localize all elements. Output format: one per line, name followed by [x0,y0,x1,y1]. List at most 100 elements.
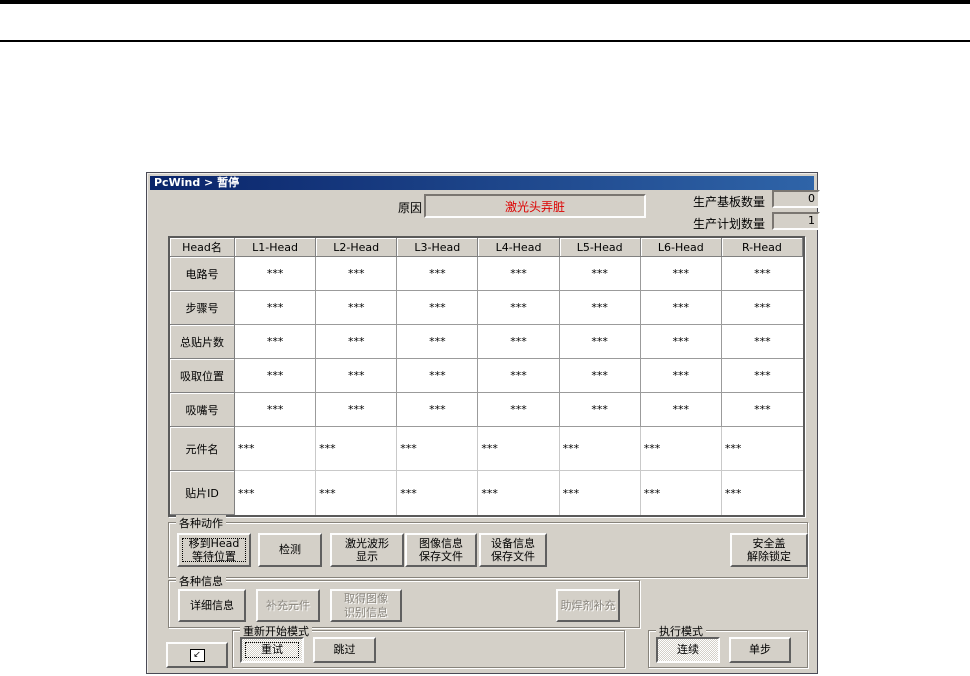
table-cell: *** [559,427,641,471]
table-cell: *** [478,393,560,427]
table-head-cell: L1-Head [235,238,317,257]
detail-info-button[interactable]: 详细信息 [178,589,246,622]
table-head-cell: L6-Head [640,238,722,257]
table-row-label: 吸嘴号 [170,393,235,427]
table-cell: *** [640,359,722,393]
table-cell: *** [397,393,479,427]
reason-text: 激光头弄脏 [504,199,565,214]
table-cell: *** [235,257,317,291]
table-head-cell: L3-Head [397,238,479,257]
board-count-label: 生产基板数量 [693,195,766,209]
skip-button[interactable]: 跳过 [313,637,376,663]
table-cell: *** [397,291,479,325]
button-label: 重试 [261,643,283,657]
button-label: 检测 [279,543,301,557]
table-cell: *** [316,427,398,471]
move-to-head-wait-button[interactable]: 移到Head 等待位置 [177,533,251,567]
image-info-save-button[interactable]: 图像信息 保存文件 [405,533,477,567]
device-info-save-button[interactable]: 设备信息 保存文件 [479,533,547,567]
table-cell: *** [235,291,317,325]
table-head-cell: L2-Head [316,238,398,257]
button-label: 设备信息 保存文件 [491,536,535,563]
table-cell: *** [721,291,803,325]
button-label: 安全盖 解除锁定 [747,536,791,563]
table-cell: *** [559,359,641,393]
table-cell: *** [559,291,641,325]
table-cell: *** [235,471,317,515]
table-cell: *** [397,257,479,291]
info-group-label: 各种信息 [176,573,226,589]
plan-count-field: 1 [772,212,820,230]
continuous-button[interactable]: 连续 [656,637,720,663]
table-cell: *** [640,257,722,291]
shrink-window-icon: ↙ [189,648,205,662]
table-row-label: 电路号 [170,257,235,291]
button-label: 补充元件 [266,598,310,612]
retry-button[interactable]: 重试 [240,637,304,663]
plan-count-label: 生产计划数量 [693,217,766,231]
button-label: 移到Head 等待位置 [188,536,240,563]
head-status-table: Head名 L1-Head L2-Head L3-Head L4-Head L5-Head… [168,236,805,517]
table-cell: *** [397,325,479,359]
table-cell: *** [721,257,803,291]
table-cell: *** [559,325,641,359]
button-label: 单步 [749,643,771,657]
table-cell: *** [316,325,398,359]
button-label: 图像信息 保存文件 [419,536,463,563]
table-cell: *** [478,427,560,471]
table-cell: *** [397,427,479,471]
table-head-cell: R-Head [721,238,803,257]
separator-line-second [0,40,970,42]
table-cell: *** [235,393,317,427]
table-cell: *** [478,257,560,291]
table-row-label: 元件名 [170,427,235,471]
table-cell: *** [478,359,560,393]
button-label: 连续 [677,643,699,657]
table-cell: *** [721,393,803,427]
button-label: 跳过 [333,643,356,657]
single-step-button[interactable]: 单步 [729,637,791,663]
table-head-cell: L5-Head [559,238,641,257]
table-cell: *** [640,325,722,359]
get-image-recognition-info-button[interactable]: 取得图像 识别信息 [330,589,402,622]
dialog-body: 原因 激光头弄脏 生产基板数量 0 生产计划数量 1 Head名 L1-Head L… [150,190,820,670]
table-cell: *** [721,427,803,471]
shrink-window-button[interactable]: ↙ [166,642,228,668]
table-cell: *** [721,471,803,515]
table-cell: *** [316,257,398,291]
table-row-label: 步骤号 [170,291,235,325]
reason-label: 原因 [398,201,423,215]
table-cell: *** [640,471,722,515]
table-cell: *** [397,471,479,515]
table-row-label: 贴片ID [170,471,235,515]
table-cell: *** [640,291,722,325]
laser-waveform-display-button[interactable]: 激光波形 显示 [330,533,404,567]
table-cell: *** [235,325,317,359]
table-cell: *** [478,325,560,359]
inspect-button[interactable]: 检测 [258,533,322,567]
table-cell: *** [235,427,317,471]
pause-dialog: PcWind > 暂停 原因 激光头弄脏 生产基板数量 0 生产计划数量 1 H… [146,172,820,674]
table-cell: *** [316,359,398,393]
flux-replenish-button[interactable]: 助焊剂补充 [556,589,620,622]
table-cell: *** [316,471,398,515]
table-cell: *** [316,291,398,325]
table-head-cell: L4-Head [478,238,560,257]
separator-line-top [0,0,970,4]
dialog-title: PcWind > 暂停 [154,176,240,189]
button-label: 详细信息 [190,598,234,612]
dialog-titlebar[interactable]: PcWind > 暂停 [150,176,814,190]
table-cell: *** [478,291,560,325]
table-cell: *** [559,257,641,291]
button-label: 助焊剂补充 [560,598,616,612]
table-cell: *** [640,427,722,471]
table-cell: *** [721,359,803,393]
table-cell: *** [640,393,722,427]
button-label: 取得图像 识别信息 [344,592,388,619]
actions-group-label: 各种动作 [176,515,226,531]
replenish-component-button[interactable]: 补充元件 [256,589,320,622]
table-cell: *** [397,359,479,393]
safety-cover-unlock-button[interactable]: 安全盖 解除锁定 [730,533,808,567]
table-cell: *** [235,359,317,393]
table-corner-cell: Head名 [170,238,235,257]
